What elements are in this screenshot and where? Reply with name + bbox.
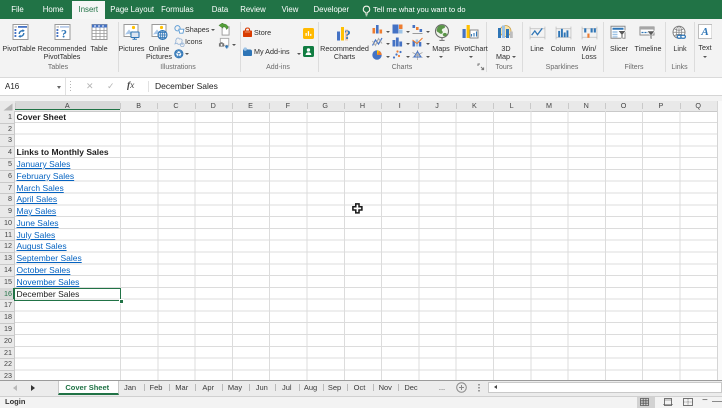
svg-text:A: A bbox=[700, 26, 708, 38]
svg-text:?: ? bbox=[344, 27, 351, 42]
svg-text:?: ? bbox=[61, 27, 67, 41]
